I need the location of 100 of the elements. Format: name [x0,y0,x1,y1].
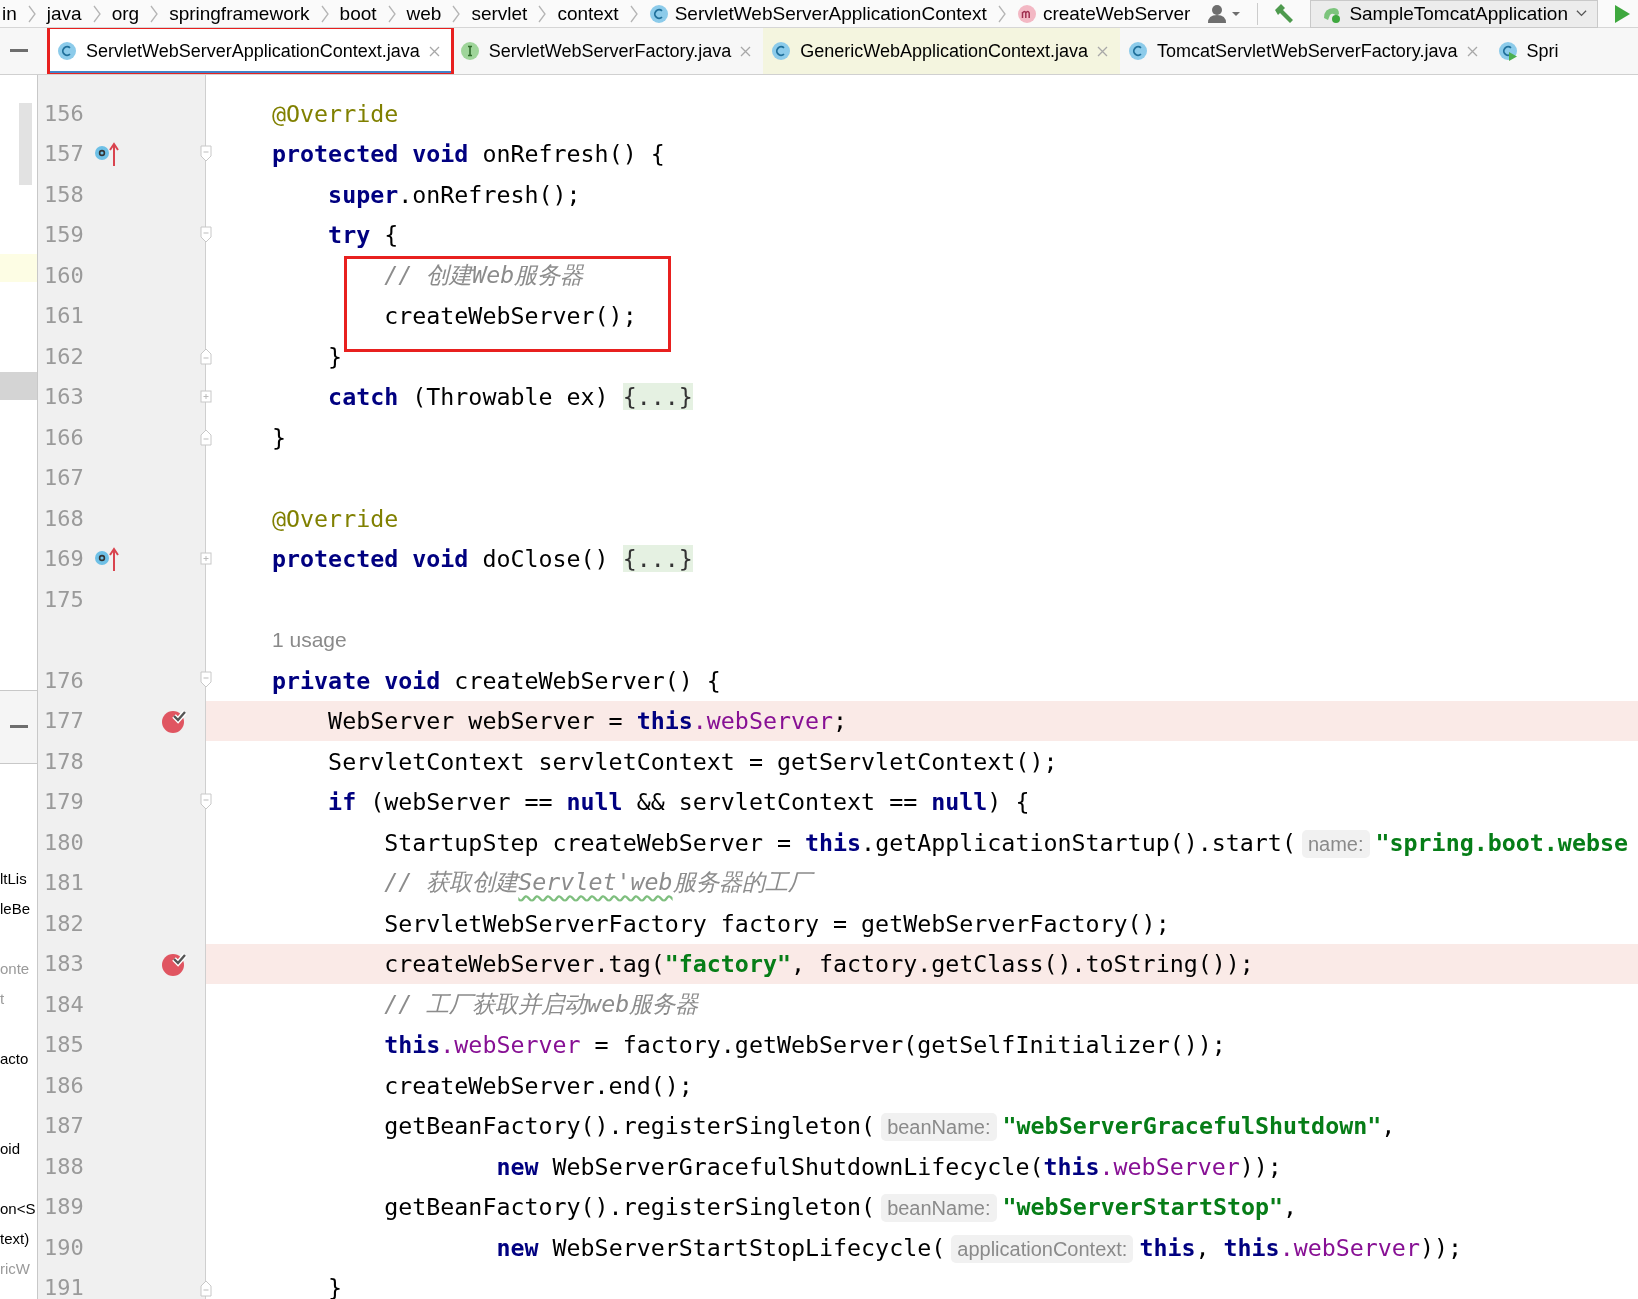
line-number: 188 [43,1153,85,1179]
close-icon[interactable] [1466,45,1478,57]
line-number: 184 [43,991,85,1017]
code-line: createWebServer.tag("factory", factory.getClass().toString()); [383,950,1254,978]
code-line: } [272,423,287,451]
class-icon [1128,41,1149,61]
line-number: 187 [43,1113,85,1139]
editor-tab[interactable]: ServletWebServerFactory.java [451,28,764,74]
code-line: ServletWebServerFactory factory = getWebServerFactory(); [383,909,1170,937]
close-icon[interactable] [740,45,752,57]
breadcrumb-item[interactable]: springframework [167,2,312,25]
code-line: // 工厂获取并启动web服务器 [383,988,699,1019]
code-line: catch (Throwable ex) {...} [327,383,693,411]
list-item-text[interactable]: oid [0,1134,21,1164]
code-line: protected void onRefresh() { [272,140,665,168]
code-line: protected void doClose() {...} [272,545,693,573]
run-icon[interactable] [1612,2,1632,25]
line-number: 183 [43,951,85,977]
override-marker-icon[interactable] [94,545,122,572]
line-number: 157 [43,141,85,167]
line-number: 182 [43,910,85,936]
line-number: 180 [43,829,85,855]
line-number: 178 [43,748,85,774]
code-line: WebServer webServer = this.webServer; [327,707,848,735]
runnable-class-icon [1497,41,1518,61]
code-line: createWebServer(); [383,302,637,330]
line-number: 177 [43,708,85,734]
code-line: if (webServer == null && servletContext == null) { [327,788,1030,816]
code-line: getBeanFactory().registerSingleton( beanName: "webServerGracefulShutdown", [383,1112,1396,1140]
list-item-text[interactable]: on<S [0,1194,36,1224]
chevron-icon [386,3,397,24]
line-number: 181 [43,870,85,896]
class-icon [57,41,77,61]
breadcrumb-item[interactable]: in [0,2,19,25]
fold-marker-icon[interactable] [198,427,214,448]
line-number: 168 [43,505,85,531]
code-line: try { [327,221,399,249]
chevron-down-icon [1576,8,1587,19]
highlighted-row [0,254,37,282]
line-number: 179 [43,789,85,815]
list-item-text[interactable]: ltLis [0,864,27,894]
override-marker-icon[interactable] [94,140,122,167]
code-line: getBeanFactory().registerSingleton( beanName: "webServerStartStop", [383,1193,1298,1221]
chevron-icon [451,3,462,24]
breadcrumb-item[interactable]: servlet [469,2,530,25]
method-icon [1016,3,1037,24]
line-number: 166 [43,424,85,450]
list-item-text[interactable]: leBe [0,894,31,924]
interface-icon [459,41,480,61]
class-icon [771,41,792,61]
line-number: 163 [43,384,85,410]
line-number: 159 [43,222,85,248]
fold-marker-icon[interactable] [198,791,214,812]
breadcrumb-item[interactable]: createWebServer [1014,2,1193,25]
breadcrumb-item[interactable]: web [404,2,444,25]
editor-tab[interactable]: GenericWebApplicationContext.java [763,28,1121,74]
line-number: 175 [43,586,85,612]
run-configuration-dropdown[interactable]: SampleTomcatApplication [1310,0,1598,28]
scrollbar-thumb[interactable] [19,103,32,185]
code-line: @Override [272,99,399,127]
fold-marker-icon[interactable] [198,346,214,367]
collapse-icon[interactable] [9,725,28,729]
line-number: 160 [43,262,85,288]
breadcrumb-item[interactable]: context [555,2,621,25]
collapse-icon[interactable] [10,49,28,53]
chevron-icon [537,3,548,24]
fold-marker-icon[interactable] [198,224,214,245]
close-icon[interactable] [1097,45,1109,57]
breadcrumb-item[interactable]: org [109,2,142,25]
chevron-icon [149,3,160,24]
code-line: @Override [272,504,399,532]
editor-tab[interactable]: TomcatServletWebServerFactory.java [1120,28,1490,74]
line-number: 169 [43,546,85,572]
line-number: 185 [43,1032,85,1058]
code-line: new WebServerGracefulShutdownLifecycle(this.webServer)); [495,1152,1282,1180]
chevron-icon [319,3,330,24]
editor-tab[interactable]: ServletWebServerApplicationContext.java [49,28,452,74]
line-number: 189 [43,1194,85,1220]
code-line: ServletContext servletContext = getServletContext(); [327,747,1058,775]
breadcrumb-item[interactable]: boot [337,2,379,25]
editor-tab[interactable]: Spri [1489,28,1571,74]
code-line: } [327,342,343,370]
breadcrumb-item[interactable]: java [44,2,84,25]
list-item-text[interactable]: text) [0,1224,30,1254]
chevron-icon [996,3,1007,24]
code-line: this.webServer = factory.getWebServer(getSelfInitializer()); [383,1031,1226,1059]
chevron-icon [91,3,102,24]
class-icon [648,3,669,24]
line-number: 158 [43,181,85,207]
line-number: 176 [43,667,85,693]
list-item-text[interactable]: acto [0,1044,29,1074]
line-number: 156 [43,100,85,126]
fold-marker-icon[interactable] [198,143,214,164]
code-line: new WebServerStartStopLifecycle( applicationContext: this, this.webServer)); [495,1233,1462,1261]
line-number: 191 [43,1275,85,1299]
close-icon[interactable] [428,45,440,57]
breadcrumb-item[interactable]: ServletWebServerApplicationContext [646,2,989,25]
code-line: StartupStep createWebServer = this.getApplicationStartup().start( name: "spring.boot.webse [383,828,1628,856]
code-line: private void createWebServer() { [272,666,721,694]
line-number: 186 [43,1072,85,1098]
